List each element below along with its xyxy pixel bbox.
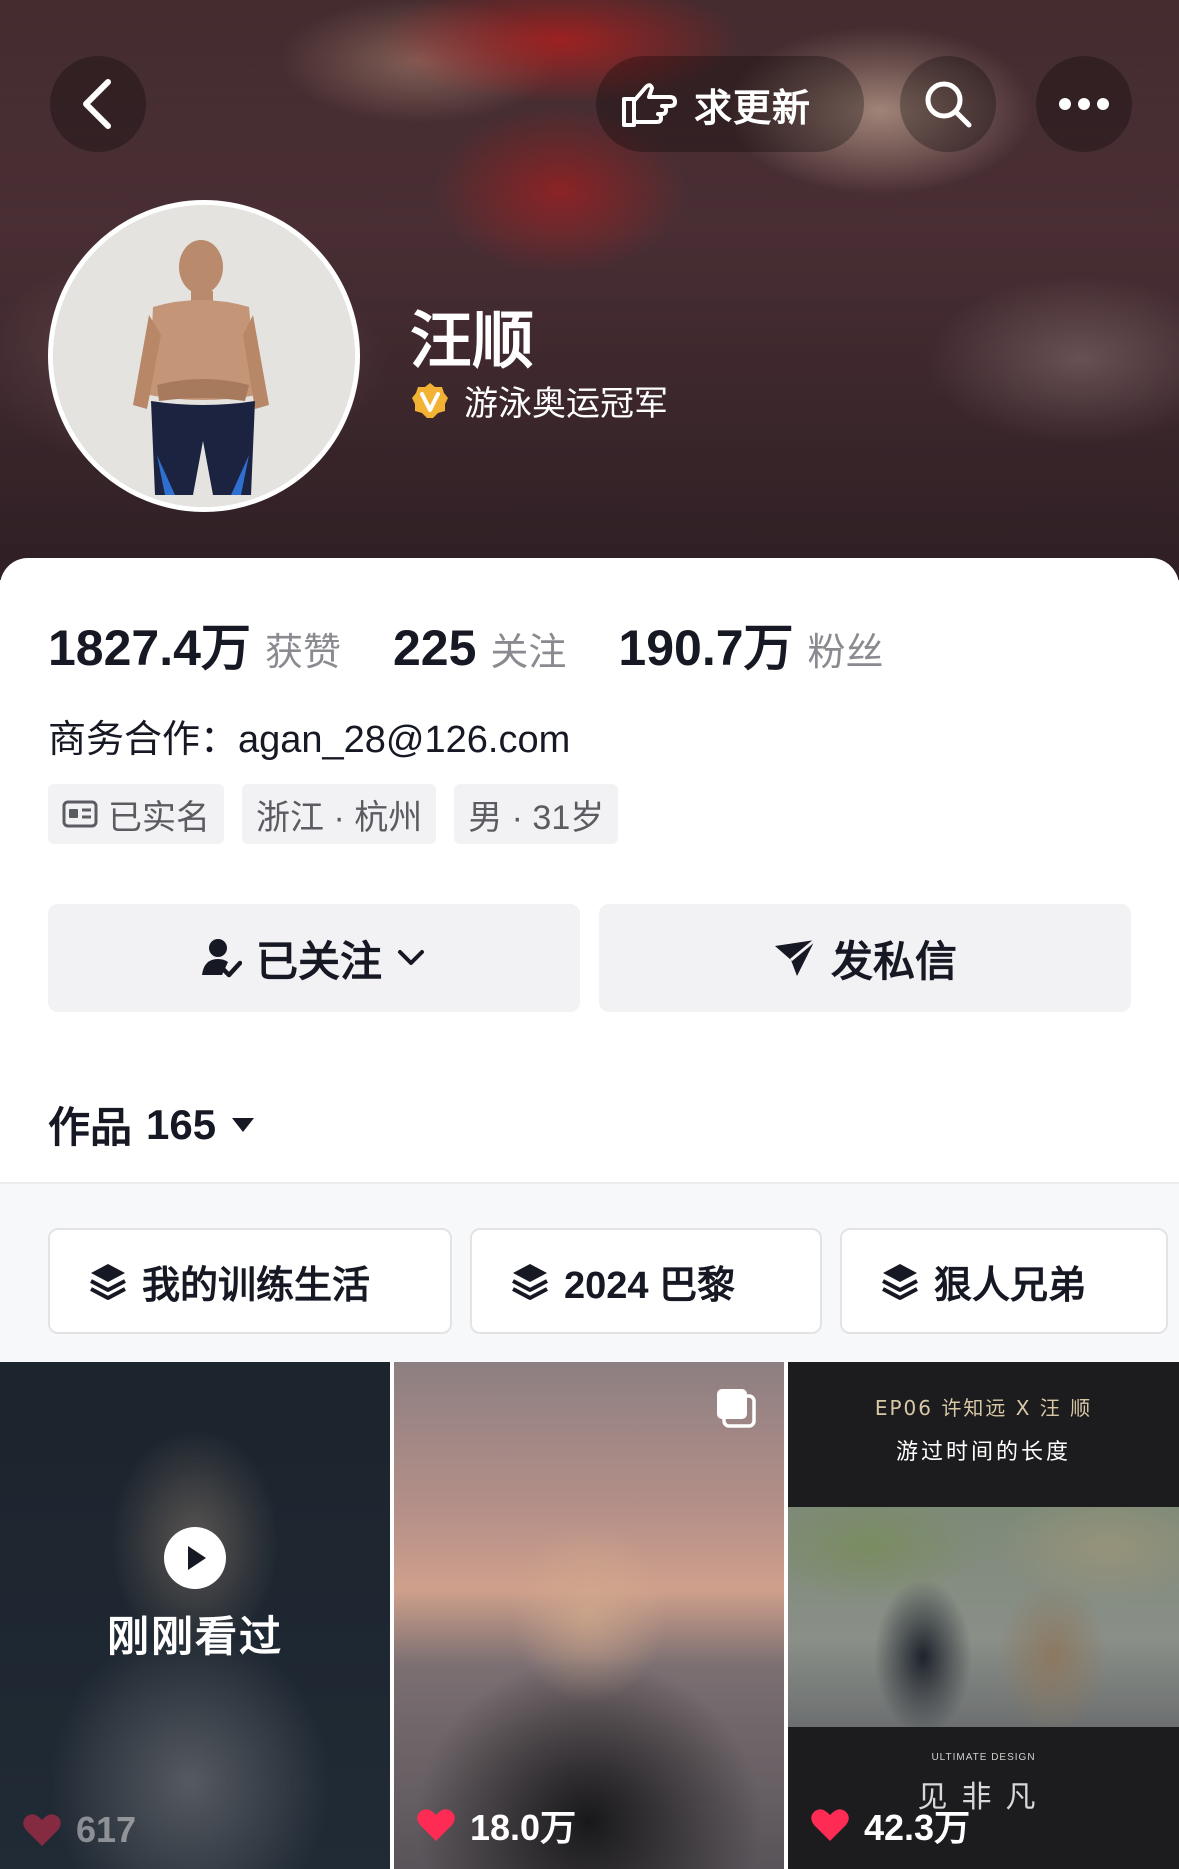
user-check-icon — [201, 939, 242, 978]
video-grid: 刚刚看过 617 18.0万 EP06 许知远 X 汪 顺 游过时间的长度 UL… — [0, 1362, 1179, 1869]
collection-label: 2024 巴黎 — [564, 1264, 736, 1307]
tag-location: 浙江 · 杭州 — [242, 784, 437, 844]
multi-image-icon — [717, 1389, 756, 1428]
video-likes: 18.0万 — [416, 1799, 576, 1851]
tag-gender-age: 男 · 31岁 — [454, 784, 619, 844]
search-button[interactable] — [900, 56, 996, 152]
chevron-down-icon — [398, 950, 424, 965]
stat-following-label: 关注 — [490, 632, 567, 674]
send-message-label: 发私信 — [830, 937, 957, 985]
more-dots-icon — [1059, 98, 1109, 110]
video-thumbnail[interactable]: 刚刚看过 617 — [0, 1362, 390, 1869]
episode-title: 游过时间的长度 — [895, 1440, 1071, 1465]
video-likes-count: 617 — [76, 1809, 137, 1850]
stats-row: 1827.4万 获赞 225 关注 190.7万 粉丝 — [48, 608, 936, 680]
layers-icon — [90, 1264, 126, 1300]
works-tab[interactable]: 作品 165 — [48, 1094, 256, 1155]
video-thumbnail[interactable]: 18.0万 — [394, 1362, 784, 1869]
collection-label: 我的训练生活 — [142, 1264, 371, 1307]
avatar[interactable] — [48, 200, 360, 512]
tag-gender-age-label: 男 · 31岁 — [468, 798, 605, 837]
heart-icon — [417, 1809, 455, 1841]
verified-badge-icon — [412, 382, 448, 418]
recently-watched-label: 刚刚看过 — [106, 1613, 283, 1660]
paper-plane-icon — [774, 938, 816, 976]
layers-icon — [512, 1264, 548, 1300]
recently-watched-overlay: 刚刚看过 — [0, 1362, 390, 1869]
collection-tough-brothers[interactable]: 狠人兄弟 — [840, 1228, 1168, 1334]
stat-likes-value: 1827.4万 — [48, 620, 251, 676]
caret-down-icon — [232, 1117, 255, 1132]
verification-row: 游泳奥运冠军 — [410, 376, 668, 425]
stat-followers-label: 粉丝 — [807, 632, 884, 674]
video-likes: 42.3万 — [810, 1799, 970, 1851]
followed-label: 已关注 — [255, 937, 382, 985]
profile-card: 1827.4万 获赞 225 关注 190.7万 粉丝 商务合作：agan_28… — [0, 558, 1179, 1869]
video-likes: 617 — [22, 1809, 136, 1851]
chevron-left-icon — [83, 79, 111, 129]
stat-followers[interactable]: 190.7万 粉丝 — [618, 608, 883, 680]
stat-following-value: 225 — [392, 620, 477, 676]
heart-icon — [23, 1814, 61, 1846]
video-thumbnail[interactable]: EP06 许知远 X 汪 顺 游过时间的长度 ULTIMATE DESIGN 见… — [788, 1362, 1179, 1869]
stat-likes[interactable]: 1827.4万 获赞 — [48, 608, 341, 680]
business-contact: 商务合作：agan_28@126.com — [48, 719, 571, 761]
collection-training-life[interactable]: 我的训练生活 — [48, 1228, 452, 1334]
send-message-button[interactable]: 发私信 — [599, 904, 1131, 1012]
more-button[interactable] — [1036, 56, 1132, 152]
collections-row: 我的训练生活 2024 巴黎 狠人兄弟 — [0, 1184, 1179, 1362]
works-label: 作品 — [48, 1104, 133, 1151]
video-likes-count: 18.0万 — [470, 1807, 577, 1848]
works-count: 165 — [146, 1100, 217, 1148]
thumbnail-photo — [788, 1507, 1179, 1727]
pointing-hand-icon — [622, 83, 677, 127]
video-likes-count: 42.3万 — [864, 1807, 971, 1848]
avatar-figure — [53, 205, 355, 507]
followed-button[interactable]: 已关注 — [48, 904, 580, 1012]
request-update-button[interactable]: 求更新 — [596, 56, 864, 152]
request-update-label: 求更新 — [694, 87, 812, 130]
brand-text: ULTIMATE DESIGN — [931, 1752, 1036, 1763]
nickname: 汪顺 — [410, 307, 535, 376]
tag-realname: 已实名 — [48, 784, 224, 844]
search-icon — [925, 81, 972, 128]
stat-followers-value: 190.7万 — [618, 620, 794, 676]
play-icon — [164, 1527, 226, 1589]
layers-icon — [882, 1264, 918, 1300]
tag-location-label: 浙江 · 杭州 — [256, 798, 423, 837]
episode-line: EP06 许知远 X 汪 顺 — [874, 1396, 1093, 1420]
stat-likes-label: 获赞 — [264, 632, 341, 674]
stat-following[interactable]: 225 关注 — [393, 619, 566, 677]
id-card-icon — [62, 800, 98, 828]
tag-realname-label: 已实名 — [108, 798, 210, 837]
collection-paris-2024[interactable]: 2024 巴黎 — [470, 1228, 822, 1334]
back-button[interactable] — [50, 56, 146, 152]
profile-tags: 已实名 浙江 · 杭州 男 · 31岁 — [48, 784, 619, 844]
heart-icon — [811, 1809, 849, 1841]
verification-text: 游泳奥运冠军 — [464, 385, 668, 423]
collection-label: 狠人兄弟 — [934, 1264, 1087, 1307]
